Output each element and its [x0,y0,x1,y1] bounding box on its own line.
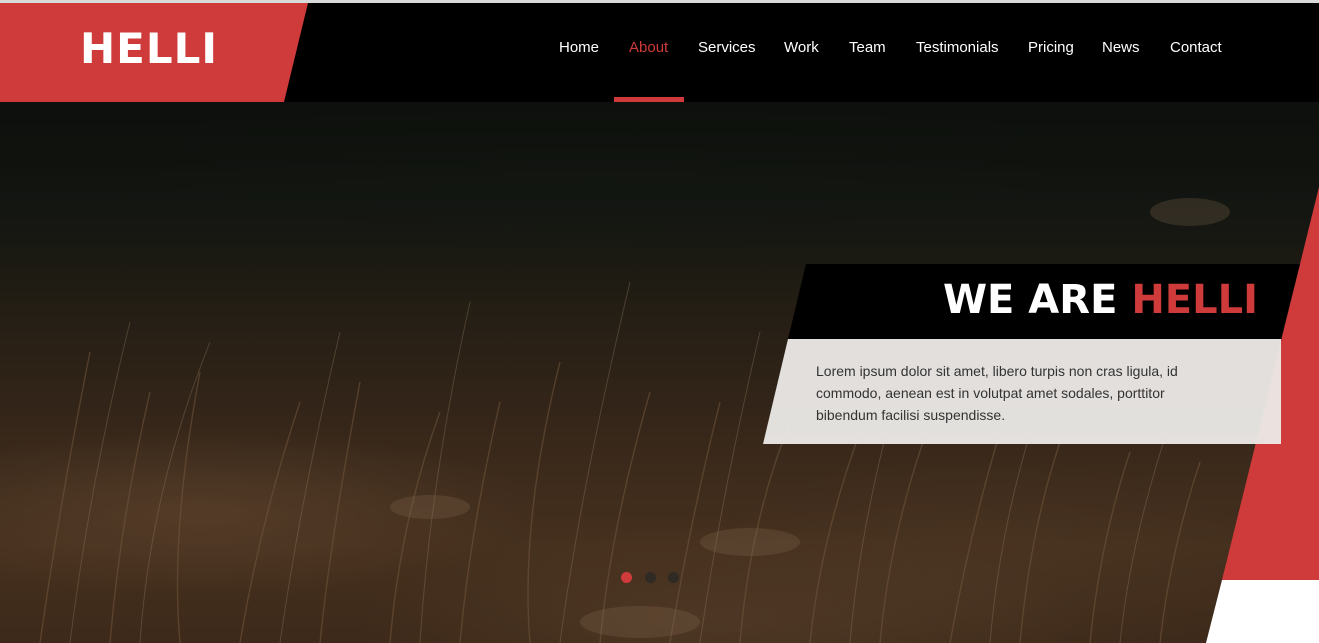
nav-item-team[interactable]: Team [849,37,886,59]
hero-slider: WE ARE HELLI Lorem ipsum dolor sit amet,… [0,102,1319,643]
hero-title: WE ARE HELLI [943,275,1258,325]
nav-item-work[interactable]: Work [784,37,819,59]
header: HELLI Home About Services Work Team Test… [0,3,1319,102]
caption-text-box: Lorem ipsum dolor sit amet, libero turpi… [763,339,1281,444]
nav-item-contact[interactable]: Contact [1170,37,1222,59]
nav-item-news[interactable]: News [1102,37,1140,59]
slider-dot-3[interactable] [668,572,679,583]
nav-item-pricing[interactable]: Pricing [1028,37,1074,59]
slider-dot-1[interactable] [621,572,632,583]
nav-item-about[interactable]: About [629,37,668,59]
nav-active-indicator [614,97,684,102]
caption-title-box: WE ARE HELLI [788,264,1300,339]
nav-item-home[interactable]: Home [559,37,599,59]
main-nav: Home About Services Work Team Testimonia… [0,3,1319,102]
nav-item-testimonials[interactable]: Testimonials [916,37,999,59]
slider-dot-2[interactable] [645,572,656,583]
page: HELLI Home About Services Work Team Test… [0,0,1319,643]
top-border [0,0,1319,3]
hero-title-accent: HELLI [1131,277,1258,323]
hero-title-prefix: WE ARE [942,277,1118,323]
nav-item-services[interactable]: Services [698,37,756,59]
hero-description: Lorem ipsum dolor sit amet, libero turpi… [816,363,1178,423]
